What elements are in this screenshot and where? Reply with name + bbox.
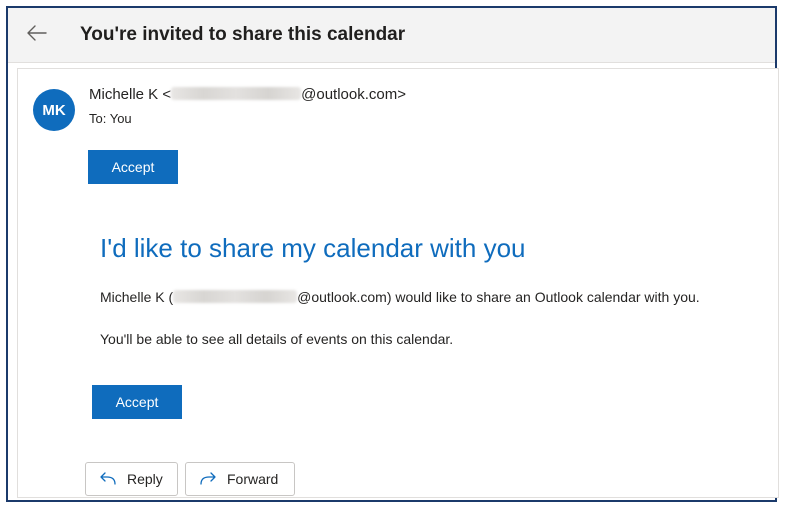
sender-domain: @outlook.com>	[301, 86, 406, 103]
accept-button-bottom[interactable]: Accept	[92, 385, 182, 419]
reply-arrow-icon	[99, 472, 117, 486]
recipient-line: To: You	[89, 111, 132, 126]
avatar[interactable]: MK	[33, 89, 75, 131]
sender-name: Michelle K <	[89, 86, 172, 103]
reply-button[interactable]: Reply	[85, 462, 178, 496]
reply-label: Reply	[127, 471, 163, 487]
sender-line[interactable]: Michelle K < @outlook.com>	[89, 86, 406, 103]
invite-description: Michelle K ( @outlook.com) would like to …	[100, 289, 700, 305]
permission-note: You'll be able to see all details of eve…	[100, 331, 454, 347]
message-card: MK Michelle K < @outlook.com> To: You Acc…	[17, 68, 779, 498]
forward-arrow-icon	[199, 472, 217, 486]
forward-label: Forward	[227, 471, 279, 487]
subject-title: You're invited to share this calendar	[80, 24, 406, 45]
redacted-email-local-part	[173, 290, 298, 303]
invite-sender-name: Michelle K (	[100, 289, 174, 305]
message-header: You're invited to share this calendar	[8, 8, 775, 63]
redacted-email-local-part	[171, 87, 302, 100]
invite-heading: I'd like to share my calendar with you	[100, 233, 526, 263]
invite-text-suffix: @outlook.com) would like to share an Out…	[297, 289, 700, 305]
forward-button[interactable]: Forward	[185, 462, 295, 496]
accept-button-top[interactable]: Accept	[88, 150, 178, 184]
reading-pane: You're invited to share this calendar MK…	[6, 6, 779, 502]
back-arrow-icon[interactable]	[25, 21, 49, 45]
